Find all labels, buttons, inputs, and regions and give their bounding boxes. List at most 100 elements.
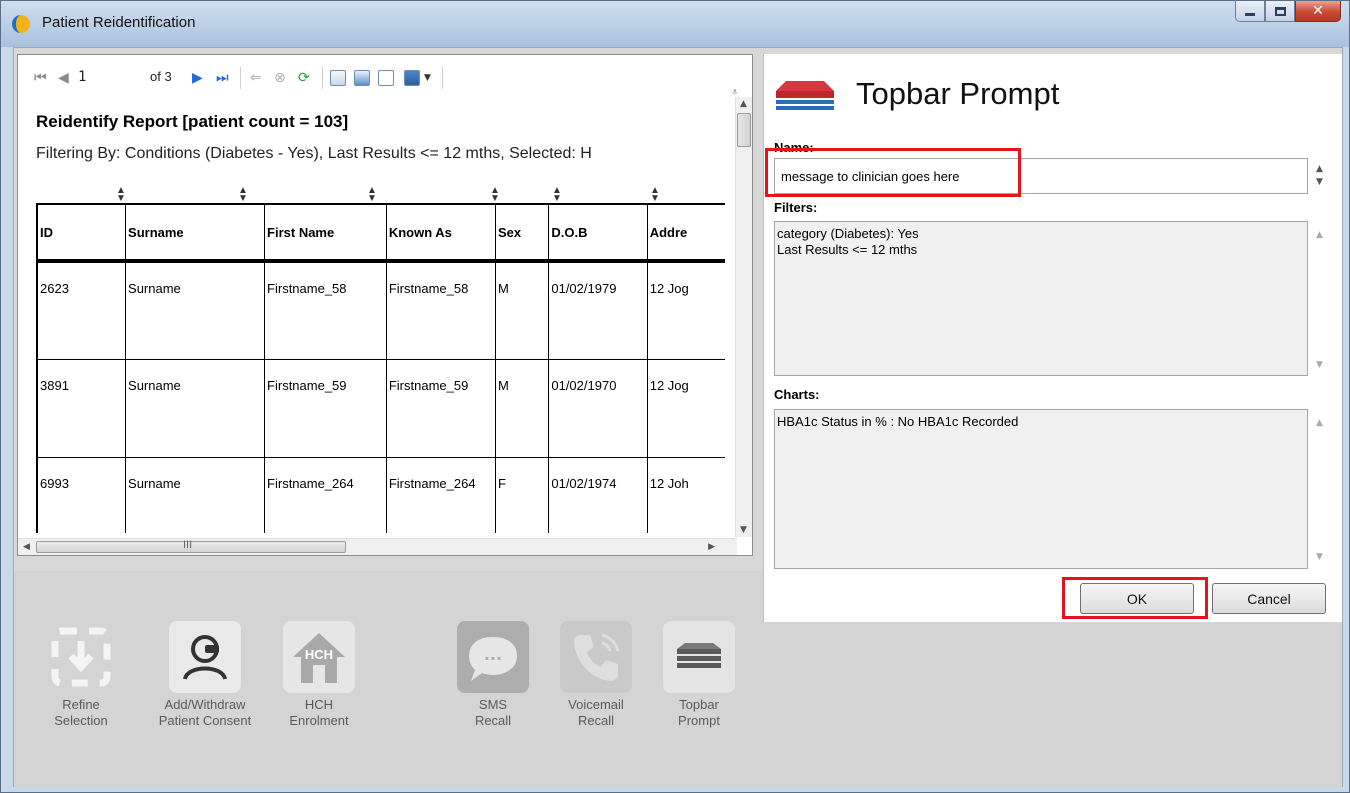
add-withdraw-consent-button[interactable]: Add/Withdraw Patient Consent — [140, 621, 270, 729]
cell-surname: Surname — [125, 261, 265, 360]
topbar-logo-icon — [776, 81, 834, 110]
house-icon: HCH — [283, 621, 355, 693]
cell-known-as: Firstname_264 — [385, 457, 496, 533]
cell-surname: Surname — [125, 359, 265, 458]
title-bar[interactable]: Patient Reidentification ✕ — [1, 1, 1349, 47]
person-consent-icon — [169, 621, 241, 693]
sms-label-line1: SMS — [478, 697, 508, 712]
cell-dob: 01/02/1970 — [548, 359, 648, 458]
report-viewer: ⏮ ◀ 1 of 3 ▶ ⏭ ⇐ ⊗ ⟳ ▼ ⩡ Reidentify Repo… — [17, 54, 753, 556]
cell-id: 2623 — [36, 261, 126, 360]
cell-address: 12 Joh — [646, 457, 725, 533]
scroll-left-icon[interactable]: ◀ — [23, 542, 30, 552]
hch-label-line1: HCH — [304, 697, 334, 712]
column-header-address[interactable]: Addre — [646, 203, 725, 263]
filter-line: Last Results <= 12 mths — [777, 242, 918, 257]
report-horizontal-scrollbar[interactable]: ◀ III ▶ — [18, 538, 737, 555]
charts-scrollbar[interactable]: ▲ ▼ — [1311, 414, 1329, 566]
voicemail-recall-button[interactable]: Voicemail Recall — [551, 621, 641, 729]
phone-icon — [560, 621, 632, 693]
cell-address: 12 Jog — [646, 359, 725, 458]
window-title: Patient Reidentification — [42, 14, 196, 31]
report-vertical-scrollbar[interactable]: ▲ ▼ — [735, 97, 752, 537]
horizontal-scroll-thumb[interactable]: III — [36, 539, 346, 553]
hch-badge: HCH — [305, 647, 333, 662]
cell-first-name: Firstname_59 — [264, 359, 387, 458]
filter-line: category (Diabetes): Yes — [777, 226, 919, 241]
hch-label-line2: Enrolment — [289, 713, 349, 728]
maximize-button[interactable] — [1265, 1, 1295, 22]
chart-line: HBA1c Status in % : No HBA1c Recorded — [777, 414, 1019, 429]
vertical-scroll-thumb[interactable] — [737, 113, 751, 147]
scroll-down-icon[interactable]: ▼ — [740, 525, 747, 535]
column-header-first-name[interactable]: First Name — [264, 203, 387, 263]
filters-scrollbar[interactable]: ▲ ▼ — [1311, 226, 1329, 374]
column-header-known-as[interactable]: Known As — [385, 203, 496, 263]
table-row[interactable]: 2623 Surname Firstname_58 Firstname_58 M… — [36, 261, 725, 360]
consent-label-line1: Add/Withdraw — [164, 697, 246, 712]
cell-first-name: Firstname_264 — [264, 457, 387, 533]
name-input[interactable] — [774, 158, 1308, 194]
sms-label-line2: Recall — [474, 713, 512, 728]
column-header-sex[interactable]: Sex — [494, 203, 549, 263]
topbar-prompt-button[interactable]: Topbar Prompt — [654, 621, 744, 729]
sms-recall-button[interactable]: ... SMS Recall — [448, 621, 538, 729]
cell-id: 3891 — [36, 359, 126, 458]
dialog-title: Topbar Prompt — [856, 76, 1060, 111]
ok-button[interactable]: OK — [1080, 583, 1194, 614]
charts-box[interactable]: HBA1c Status in % : No HBA1c Recorded — [774, 409, 1308, 569]
scroll-down-icon[interactable]: ▼ — [1316, 177, 1323, 187]
sort-row: ▲ ▼ ▲ ▼ ▲ ▼ ▲ ▼ ▲ ▼ ▲ ▼ — [36, 186, 725, 204]
refine-label-line1: Refine — [62, 697, 100, 712]
scroll-up-icon[interactable]: ▲ — [1316, 164, 1323, 174]
name-scrollbar[interactable]: ▲ ▼ — [1311, 164, 1329, 190]
column-header-id[interactable]: ID — [36, 203, 126, 263]
filters-label: Filters: — [774, 200, 818, 215]
cancel-button[interactable]: Cancel — [1212, 583, 1326, 614]
patient-reidentification-window: Patient Reidentification ✕ ⏮ ◀ 1 of 3 ▶ … — [0, 0, 1350, 793]
report-page: Reidentify Report [patient count = 103] … — [18, 55, 725, 533]
topbar-prompt-dialog: Topbar Prompt Name: ▲ ▼ Filters: categor… — [763, 54, 1342, 622]
sort-icon[interactable]: ▲ ▼ — [490, 186, 500, 204]
sort-icon[interactable]: ▲ ▼ — [552, 186, 562, 204]
cell-sex: M — [494, 359, 549, 458]
scroll-right-icon[interactable]: ▶ — [708, 542, 715, 552]
charts-label: Charts: — [774, 387, 820, 402]
cell-address: 12 Jog — [646, 261, 725, 360]
sort-icon[interactable]: ▲ ▼ — [650, 186, 660, 204]
sort-icon[interactable]: ▲ ▼ — [238, 186, 248, 204]
table-row[interactable]: 3891 Surname Firstname_59 Firstname_59 M… — [36, 359, 725, 458]
minimize-button[interactable] — [1235, 1, 1265, 22]
topbar-label-line1: Topbar — [679, 697, 719, 712]
sort-icon[interactable]: ▲ ▼ — [116, 186, 126, 204]
name-label: Name: — [774, 140, 814, 155]
column-header-dob[interactable]: D.O.B — [548, 203, 648, 263]
chat-bubble-icon: ... — [457, 621, 529, 693]
voicemail-label-line1: Voicemail — [568, 697, 624, 712]
scroll-down-icon[interactable]: ▼ — [1316, 552, 1323, 562]
maximize-icon — [1274, 6, 1286, 16]
scroll-up-icon[interactable]: ▲ — [1316, 230, 1323, 240]
table-header-row: ID Surname First Name Known As Sex D.O.B… — [36, 203, 725, 263]
table-row[interactable]: 6993 Surname Firstname_264 Firstname_264… — [36, 457, 725, 533]
close-button[interactable]: ✕ — [1295, 1, 1341, 22]
scroll-up-icon[interactable]: ▲ — [1316, 418, 1323, 428]
filters-box[interactable]: category (Diabetes): Yes Last Results <=… — [774, 221, 1308, 376]
sort-icon[interactable]: ▲ ▼ — [367, 186, 377, 204]
refine-selection-button[interactable]: Refine Selection — [38, 621, 124, 729]
cell-dob: 01/02/1974 — [548, 457, 648, 533]
stack-icon — [663, 621, 735, 693]
voicemail-label-line2: Recall — [577, 713, 615, 728]
report-filter-text: Filtering By: Conditions (Diabetes - Yes… — [36, 145, 592, 162]
scroll-down-icon[interactable]: ▼ — [1316, 360, 1323, 370]
app-logo-icon — [12, 15, 30, 33]
hch-enrolment-button[interactable]: HCH HCH Enrolment — [274, 621, 364, 729]
cell-surname: Surname — [125, 457, 265, 533]
consent-label-line2: Patient Consent — [158, 713, 252, 728]
scroll-up-icon[interactable]: ▲ — [740, 99, 747, 109]
topbar-label-line2: Prompt — [678, 713, 720, 728]
scroll-grip: III — [183, 539, 193, 551]
minimize-icon — [1245, 13, 1255, 16]
column-header-surname[interactable]: Surname — [125, 203, 265, 263]
close-icon: ✕ — [1312, 3, 1324, 19]
